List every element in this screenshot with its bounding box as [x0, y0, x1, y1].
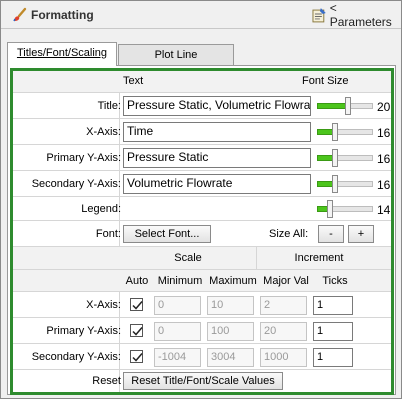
primary-y-minimum-input[interactable]: 0 [154, 322, 201, 341]
reset-label: Reset [92, 375, 121, 387]
checkmark-icon [132, 353, 143, 362]
font-size-column-header: Font Size [302, 75, 349, 87]
auto-header: Auto [125, 275, 149, 287]
secondary-y-scale-label: Secondary Y-Axis: [31, 351, 121, 363]
primary-y-font-size: 16 [377, 152, 391, 166]
x-axis-label: X-Axis: [86, 126, 121, 138]
legend-label: Legend: [81, 203, 121, 215]
tab-titles-font-scaling[interactable]: Titles/Font/Scaling [7, 42, 117, 66]
secondary-y-ticks-input[interactable]: 1 [313, 348, 353, 367]
maximum-header: Maximum [209, 275, 257, 287]
x-axis-font-slider[interactable] [317, 122, 373, 142]
formatting-panel: Formatting < Parameters Titles/Font/Scal… [0, 0, 402, 399]
scale-column-header-row: Auto Minimum Maximum Major Val Ticks [13, 270, 391, 292]
secondary-y-minimum-input[interactable]: -1004 [154, 348, 201, 367]
primary-y-label: Primary Y-Axis: [46, 152, 121, 164]
legend-row: Legend: 14 [13, 197, 391, 221]
primary-y-auto-checkbox[interactable] [130, 324, 143, 337]
scale-header: Scale [174, 252, 202, 264]
x-axis-auto-checkbox[interactable] [130, 298, 143, 311]
primary-y-scale-row: Primary Y-Axis: 0 100 20 1 [13, 318, 391, 344]
secondary-y-font-slider[interactable] [317, 174, 373, 194]
secondary-y-label: Secondary Y-Axis: [31, 178, 121, 190]
secondary-y-maximum-input[interactable]: 3004 [207, 348, 254, 367]
slider-thumb[interactable] [332, 175, 338, 193]
primary-y-maximum-input[interactable]: 100 [207, 322, 254, 341]
parameters-icon [312, 8, 326, 23]
slider-thumb[interactable] [327, 200, 333, 218]
tab-plot-line-style-colors[interactable]: Plot Line Style/Colors [118, 44, 234, 81]
text-header-row: Text Font Size [13, 71, 391, 93]
paintbrush-icon [13, 7, 27, 22]
x-axis-font-size: 16 [377, 126, 391, 140]
increment-header: Increment [294, 252, 344, 264]
slider-thumb[interactable] [332, 149, 338, 167]
x-axis-scale-row: X-Axis: 0 10 2 1 [13, 292, 391, 318]
select-font-button[interactable]: Select Font... [123, 225, 211, 243]
slider-thumb[interactable] [345, 97, 351, 115]
ticks-header: Ticks [322, 275, 348, 287]
checkmark-icon [132, 327, 143, 336]
primary-y-text-input[interactable]: Pressure Static [123, 148, 311, 168]
size-all-label: Size All: [269, 228, 309, 240]
secondary-y-text-input[interactable]: Volumetric Flowrate [123, 174, 311, 194]
primary-y-title-row: Primary Y-Axis: Pressure Static 16 [13, 145, 391, 171]
secondary-y-title-row: Secondary Y-Axis: Volumetric Flowrate 16 [13, 171, 391, 197]
tab-titles-label: Titles/Font/Scaling [16, 47, 108, 59]
font-label: Font: [95, 228, 121, 240]
panel-title: Formatting [31, 8, 94, 22]
primary-y-ticks-input[interactable]: 1 [313, 322, 353, 341]
primary-y-scale-label: Primary Y-Axis: [46, 325, 121, 337]
title-text-input[interactable]: Pressure Static, Volumetric Flowrate vs [123, 96, 311, 116]
checkmark-icon [132, 301, 143, 310]
settings-grid: Text Font Size Title: Pressure Static, V… [10, 68, 394, 395]
secondary-y-major-val-input[interactable]: 1000 [260, 348, 307, 367]
panel-header: Formatting < Parameters [1, 1, 401, 29]
title-font-size: 20 [377, 100, 391, 114]
minimum-header: Minimum [157, 275, 203, 287]
secondary-y-font-size: 16 [377, 178, 391, 192]
major-val-header: Major Val [263, 275, 309, 287]
size-increase-button[interactable]: + [348, 225, 374, 243]
scale-group-header-row: Scale Increment [13, 247, 391, 270]
secondary-y-scale-row: Secondary Y-Axis: -1004 3004 1000 1 [13, 344, 391, 370]
size-decrease-button[interactable]: - [318, 225, 344, 243]
reset-values-button[interactable]: Reset Title/Font/Scale Values [123, 372, 283, 390]
legend-font-slider[interactable] [317, 199, 373, 219]
x-axis-ticks-input[interactable]: 1 [313, 296, 353, 315]
primary-y-major-val-input[interactable]: 20 [260, 322, 307, 341]
slider-fill [317, 103, 348, 109]
reset-row: Reset Reset Title/Font/Scale Values [13, 370, 391, 392]
x-axis-title-row: X-Axis: Time 16 [13, 119, 391, 145]
x-axis-major-val-input[interactable]: 2 [260, 296, 307, 315]
x-axis-minimum-input[interactable]: 0 [154, 296, 201, 315]
title-font-slider[interactable] [317, 96, 373, 116]
x-axis-scale-label: X-Axis: [86, 299, 121, 311]
text-column-header: Text [123, 75, 144, 87]
parameters-label: < Parameters [329, 1, 392, 29]
legend-font-size: 14 [377, 203, 391, 217]
x-axis-maximum-input[interactable]: 10 [207, 296, 254, 315]
x-axis-text-input[interactable]: Time [123, 122, 311, 142]
slider-thumb[interactable] [332, 123, 338, 141]
primary-y-font-slider[interactable] [317, 148, 373, 168]
secondary-y-auto-checkbox[interactable] [130, 350, 143, 363]
font-row: Font: Select Font... Size All: - + [13, 221, 391, 247]
title-label: Title: [97, 100, 121, 112]
title-row: Title: Pressure Static, Volumetric Flowr… [13, 93, 391, 119]
parameters-button[interactable]: < Parameters [311, 1, 401, 29]
